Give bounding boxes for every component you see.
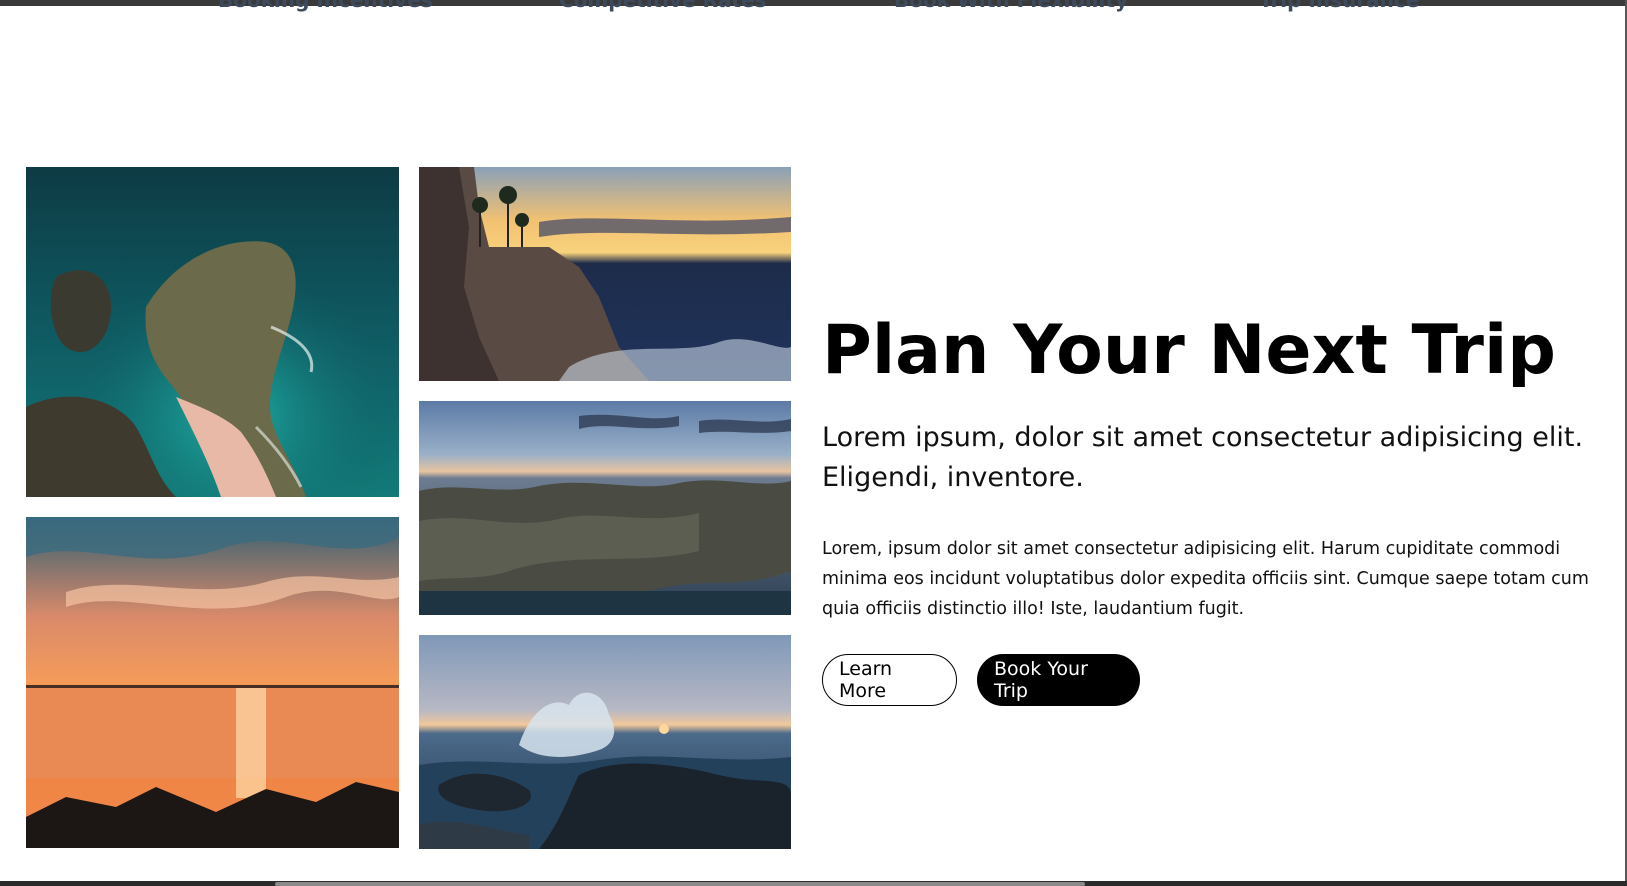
horizontal-scrollbar[interactable] xyxy=(275,882,1085,886)
hero-body: Lorem, ipsum dolor sit amet consectetur … xyxy=(822,539,1589,619)
learn-more-button[interactable]: Learn More xyxy=(822,654,957,706)
feature-strip: Booking Incentives Competitive Rates Boo… xyxy=(0,0,1627,14)
gallery-photo-cliff-bay xyxy=(26,167,399,497)
gallery-photo-crashing-waves xyxy=(419,635,791,849)
feature-competitive-rates: Competitive Rates xyxy=(559,0,767,12)
book-trip-button[interactable]: Book Your Trip xyxy=(977,654,1140,706)
page: Booking Incentives Competitive Rates Boo… xyxy=(0,0,1627,886)
gallery-photo-sunset-beach xyxy=(26,517,399,848)
page-title: Plan Your Next Trip xyxy=(822,311,1556,390)
hero-subtitle: Lorem ipsum, dolor sit amet consectetur … xyxy=(822,422,1584,493)
hero-content: Plan Your Next Trip Lorem ipsum, dolor s… xyxy=(822,308,1612,706)
feature-booking-incentives: Booking Incentives xyxy=(218,0,433,12)
feature-trip-insurance: Trip Insurance xyxy=(1259,0,1420,12)
gallery-photo-palm-cliff xyxy=(419,167,791,381)
gallery-photo-rocky-coast xyxy=(419,401,791,615)
feature-book-flexibility: Book With Flexibility xyxy=(894,0,1128,12)
hero-actions: Learn More Book Your Trip xyxy=(822,654,1612,706)
